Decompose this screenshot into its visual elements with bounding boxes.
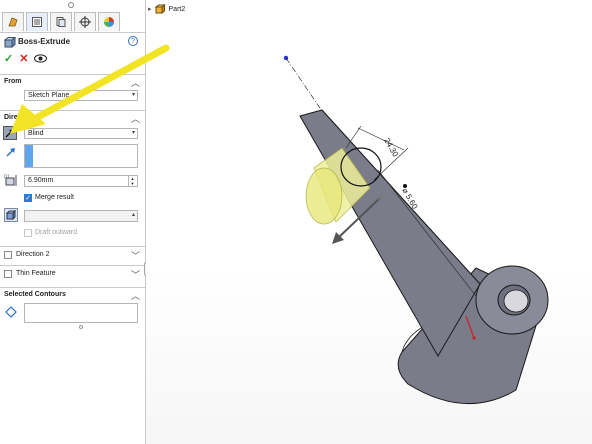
section-thin-feature[interactable]: Thin Feature ﹀ — [0, 265, 146, 282]
feature-scope-button[interactable] — [4, 208, 18, 222]
direction-arrow-icon — [6, 148, 15, 157]
section-direction1[interactable]: Direction 1 ︿ — [0, 110, 146, 124]
sketch-endpoint[interactable] — [472, 336, 476, 340]
feature-manager-icon — [8, 17, 18, 27]
section-selected-contours-label: Selected Contours — [4, 291, 66, 298]
section-thin-feature-label: Thin Feature — [16, 270, 56, 277]
help-icon[interactable]: ? — [128, 36, 138, 46]
confirm-row: ✓ ✕ — [4, 52, 48, 65]
manager-tabstrip — [0, 12, 146, 33]
ok-button[interactable]: ✓ — [4, 52, 13, 65]
from-start-dropdown[interactable]: Sketch Plane ▾ — [24, 90, 138, 101]
section-from-label: From — [4, 78, 22, 85]
model-canvas: 24.30 ⌀ 5.60 — [283, 55, 549, 405]
section-from[interactable]: From ︿ — [0, 74, 146, 88]
section-selected-contours[interactable]: Selected Contours ︿ — [0, 287, 146, 301]
section-direction2[interactable]: Direction 2 ﹀ — [0, 246, 146, 263]
feature-title: Boss-Extrude — [18, 37, 71, 46]
contour-icon — [5, 306, 17, 318]
property-manager-icon — [32, 17, 42, 27]
configuration-manager-icon — [56, 17, 66, 27]
preview-eye-icon[interactable] — [34, 53, 48, 63]
chevron-down-icon: ▾ — [131, 92, 135, 98]
merge-result-checkbox[interactable]: ✓ — [24, 194, 32, 202]
section-direction1-label: Direction 1 — [4, 114, 41, 121]
body-selection-icon — [6, 210, 16, 220]
cancel-button[interactable]: ✕ — [19, 52, 28, 65]
chevron-up-icon[interactable]: ︿ — [131, 289, 140, 302]
draft-outward-checkbox[interactable] — [24, 229, 32, 237]
chevron-down-icon[interactable]: ﹀ — [131, 268, 140, 281]
chevron-down-icon: ▴ — [131, 212, 135, 218]
graphics-viewport[interactable]: ▸ Part2 24.30 ⌀ 5.60 — [146, 0, 592, 444]
bodies-to-merge-dropdown[interactable]: ▴ — [24, 210, 138, 222]
direction-selection-box[interactable] — [24, 144, 138, 168]
display-manager-icon — [104, 17, 114, 27]
chevron-up-icon[interactable]: ︿ — [131, 112, 140, 125]
tab-display-manager[interactable] — [98, 12, 120, 31]
chevron-down-icon[interactable]: ﹀ — [131, 249, 140, 262]
end-condition-value: Blind — [28, 130, 44, 137]
property-manager-panel: Boss-Extrude ? ✓ ✕ From ︿ Sketch Plane ▾… — [0, 0, 146, 444]
direction2-checkbox[interactable] — [4, 251, 12, 259]
boss-extrude-icon — [4, 37, 16, 48]
chevron-down-icon: ▾ — [131, 130, 135, 136]
depth-icon: D1 — [4, 174, 17, 186]
tab-dimxpert-manager[interactable] — [74, 12, 96, 31]
selection-highlight — [25, 145, 33, 167]
merge-result-label: Merge result — [35, 194, 74, 201]
tab-property-manager[interactable] — [26, 12, 48, 31]
tab-configuration-manager[interactable] — [50, 12, 72, 31]
reverse-direction-button[interactable] — [3, 126, 17, 140]
panel-collapse-handle[interactable] — [68, 2, 74, 8]
svg-text:D1: D1 — [4, 174, 10, 179]
chevron-up-icon[interactable]: ︿ — [131, 76, 140, 89]
depth-input[interactable]: 6.90mm ▲ ▼ — [24, 175, 138, 187]
contours-selection-box[interactable] — [24, 303, 138, 323]
tab-feature-manager[interactable] — [2, 12, 24, 31]
section-direction2-label: Direction 2 — [16, 251, 50, 258]
depth-spinner[interactable]: ▲ ▼ — [128, 176, 136, 186]
end-condition-dropdown[interactable]: Blind ▾ — [24, 128, 138, 139]
from-start-value: Sketch Plane — [28, 92, 70, 99]
dimxpert-icon — [79, 16, 91, 28]
reverse-direction-icon — [5, 129, 14, 138]
depth-value: 6.90mm — [28, 177, 54, 184]
dimension-length[interactable]: 24.30 — [382, 137, 400, 159]
resize-handle[interactable] — [79, 325, 83, 329]
draft-outward-label: Draft outward — [35, 229, 78, 236]
thin-feature-checkbox[interactable] — [4, 270, 12, 278]
